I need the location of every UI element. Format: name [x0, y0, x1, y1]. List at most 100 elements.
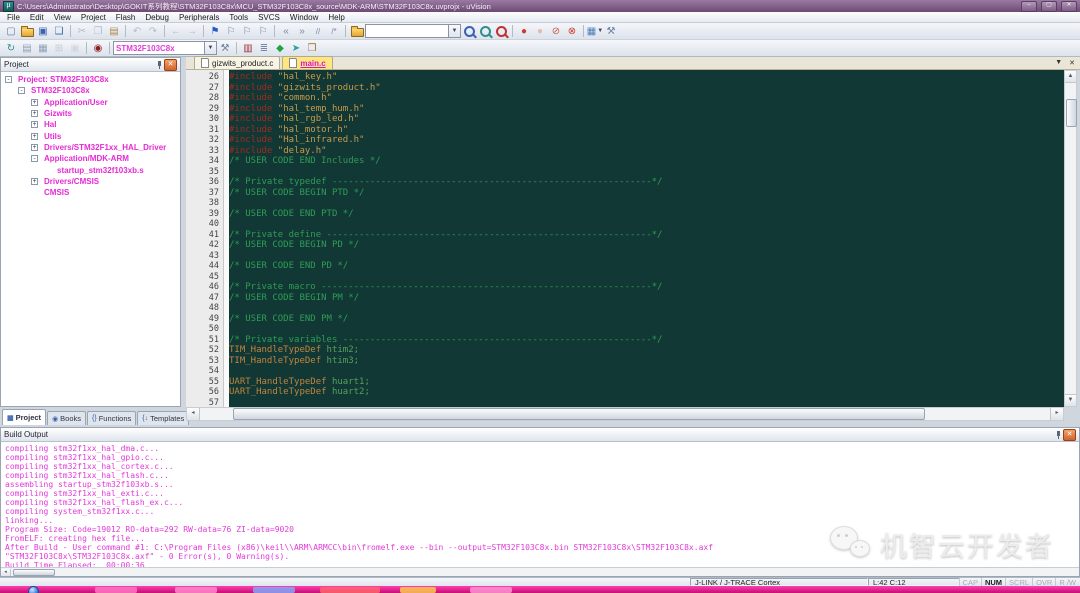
editor-vertical-scrollbar[interactable]: ▲ ▼ — [1064, 70, 1077, 407]
download-button[interactable]: ◉ — [90, 41, 106, 55]
books-button[interactable]: ❒ — [304, 41, 320, 55]
taskbar-button[interactable] — [253, 587, 295, 593]
menu-project[interactable]: Project — [76, 13, 111, 22]
panel-tab-project[interactable]: ▦ Project — [2, 409, 47, 425]
tree-item[interactable]: + Drivers/CMSIS — [1, 176, 180, 187]
tree-expander-icon[interactable]: + — [31, 143, 38, 151]
menu-svcs[interactable]: SVCS — [253, 13, 285, 22]
tree-item[interactable]: - Application/MDK-ARM — [1, 153, 180, 164]
update-button[interactable]: ➤ — [288, 41, 304, 55]
scroll-left-icon[interactable]: ◂ — [1, 568, 11, 576]
editor-tab-gizwits_product-c[interactable]: gizwits_product.c — [194, 56, 281, 69]
rebuild-button[interactable]: ▦ — [35, 41, 51, 55]
tree-item[interactable]: + Hal — [1, 119, 180, 130]
uncomment-button[interactable]: /* — [326, 24, 342, 38]
window-layout-button[interactable]: ▦ ▼ — [587, 24, 603, 38]
scroll-left-icon[interactable]: ◂ — [187, 408, 200, 420]
bookmark-prev-button[interactable]: ⚐ — [223, 24, 239, 38]
insert-breakpoint-button[interactable]: ● — [516, 24, 532, 38]
incremental-find-button[interactable] — [493, 24, 509, 38]
tree-item[interactable]: + Gizwits — [1, 108, 180, 119]
menu-flash[interactable]: Flash — [111, 13, 141, 22]
build-output-scroll-thumb[interactable] — [13, 568, 55, 576]
find-in-files-button[interactable] — [349, 24, 365, 38]
find-next-button[interactable] — [461, 24, 477, 38]
new-file-button[interactable]: ▢ — [3, 24, 19, 38]
tree-expander-icon[interactable]: - — [18, 87, 25, 95]
taskbar-button[interactable] — [95, 587, 137, 593]
menu-window[interactable]: Window — [285, 13, 323, 22]
scroll-right-icon[interactable]: ▸ — [1050, 408, 1063, 420]
taskbar-button[interactable] — [470, 587, 512, 593]
tab-close-icon[interactable]: ✕ — [1069, 59, 1075, 67]
manage-project-items-button[interactable]: ≣ — [256, 41, 272, 55]
minimize-button[interactable]: – — [1021, 0, 1037, 12]
pin-icon[interactable] — [1054, 430, 1063, 439]
horizontal-scroll-thumb[interactable] — [233, 408, 925, 420]
find-text-combobox-input[interactable] — [366, 26, 448, 36]
build-output-scrollbar[interactable]: ◂ — [1, 567, 1079, 576]
save-all-button[interactable]: ❑ — [51, 24, 67, 38]
taskbar-button[interactable] — [400, 587, 436, 593]
disable-all-breakpoints-button[interactable]: ⊘ — [548, 24, 564, 38]
panel-tab-templates[interactable]: {↓ Templates — [137, 411, 190, 425]
target-select[interactable]: ▼ — [113, 41, 217, 55]
indent-button[interactable]: » — [294, 24, 310, 38]
menu-edit[interactable]: Edit — [25, 13, 49, 22]
tree-item[interactable]: + Application/User — [1, 97, 180, 108]
taskbar-button[interactable] — [175, 587, 217, 593]
editor-tab-main-c[interactable]: main.c — [282, 56, 333, 69]
unindent-button[interactable]: « — [278, 24, 294, 38]
taskbar-button[interactable] — [320, 587, 380, 593]
tree-item[interactable]: CMSIS — [1, 187, 180, 198]
menu-peripherals[interactable]: Peripherals — [174, 13, 224, 22]
panel-tab-books[interactable]: ◉ Books — [47, 411, 87, 425]
tree-item[interactable]: - STM32F103C8x — [1, 85, 180, 96]
tab-list-dropdown-icon[interactable]: ▼ — [1055, 59, 1062, 67]
chevron-down-icon[interactable]: ▼ — [204, 42, 216, 54]
configure-button[interactable]: ⚒ — [603, 24, 619, 38]
chevron-down-icon[interactable]: ▼ — [448, 25, 460, 37]
tree-item[interactable]: + Utils — [1, 130, 180, 141]
windows-taskbar[interactable] — [0, 586, 1080, 593]
menu-view[interactable]: View — [49, 13, 76, 22]
build-button[interactable]: ▤ — [19, 41, 35, 55]
tree-item[interactable]: startup_stm32f103xb.s — [1, 164, 180, 175]
start-orb-icon[interactable] — [28, 586, 39, 593]
panel-tab-functions[interactable]: {} Functions — [87, 411, 137, 425]
tree-expander-icon[interactable]: + — [31, 98, 38, 106]
tree-expander-icon[interactable]: + — [31, 121, 38, 129]
menu-debug[interactable]: Debug — [140, 13, 174, 22]
scroll-up-icon[interactable]: ▲ — [1065, 71, 1076, 83]
menu-tools[interactable]: Tools — [224, 13, 253, 22]
comment-button[interactable]: // — [310, 24, 326, 38]
bookmark-clear-all-button[interactable]: ⚐ — [255, 24, 271, 38]
tree-expander-icon[interactable]: - — [31, 155, 38, 163]
close-button[interactable]: ✕ — [1061, 0, 1077, 12]
build-output-close-icon[interactable]: ✕ — [1063, 428, 1076, 441]
editor-horizontal-scrollbar[interactable]: ◂ ▸ — [186, 407, 1064, 421]
options-for-target-button[interactable]: ⚒ — [217, 41, 233, 55]
find-text-combobox[interactable]: ▼ — [365, 24, 461, 38]
tree-item[interactable]: - Project: STM32F103C8x — [1, 74, 180, 85]
menu-file[interactable]: File — [2, 13, 25, 22]
open-file-button[interactable] — [19, 24, 35, 38]
bookmark-next-button[interactable]: ⚐ — [239, 24, 255, 38]
tree-expander-icon[interactable]: + — [31, 177, 38, 185]
pin-icon[interactable] — [155, 60, 164, 69]
translate-button[interactable]: ↻ — [3, 41, 19, 55]
pack-installer-button[interactable]: ◆ — [272, 41, 288, 55]
tree-expander-icon[interactable]: + — [31, 110, 38, 118]
menu-help[interactable]: Help — [323, 13, 349, 22]
paste-button[interactable]: ▤ — [106, 24, 122, 38]
find-all-button[interactable] — [477, 24, 493, 38]
manage-rte-button[interactable]: ▥ — [240, 41, 256, 55]
enable-disable-breakpoint-button[interactable]: ● — [532, 24, 548, 38]
kill-all-breakpoints-button[interactable]: ⊗ — [564, 24, 580, 38]
save-button[interactable]: ▣ — [35, 24, 51, 38]
target-select-input[interactable] — [114, 43, 204, 53]
code-editor[interactable]: 26 #include "hal_key.h" 27 #include "gizwit… — [186, 70, 1064, 407]
project-panel-close-icon[interactable]: ✕ — [164, 58, 177, 71]
tree-expander-icon[interactable]: + — [31, 132, 38, 140]
tree-expander-icon[interactable]: - — [5, 76, 12, 84]
